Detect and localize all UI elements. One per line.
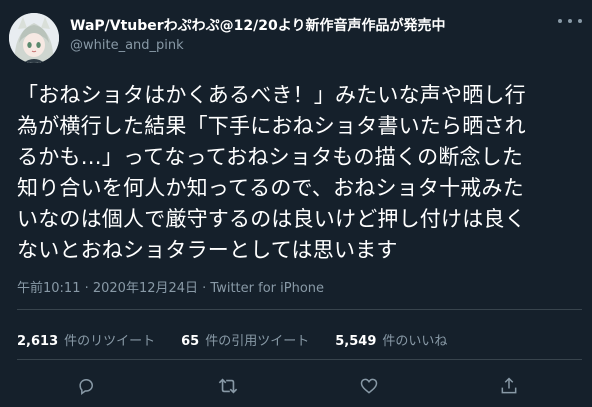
tweet-actions bbox=[0, 372, 592, 402]
likes-stat[interactable]: 5,549 件のいいね bbox=[335, 330, 447, 349]
divider bbox=[17, 359, 582, 360]
tweet-stats: 2,613 件のリツイート 65 件の引用ツイート 5,549 件のいいね bbox=[17, 330, 473, 349]
quotes-stat[interactable]: 65 件の引用ツイート bbox=[181, 330, 309, 349]
heart-icon[interactable] bbox=[355, 372, 383, 400]
more-icon[interactable] bbox=[558, 14, 582, 28]
retweets-label: 件のリツイート bbox=[64, 334, 156, 349]
tweet-timestamp[interactable]: 午前10:11 · 2020年12月24日 · Twitter for iPho… bbox=[17, 277, 324, 296]
divider bbox=[17, 309, 582, 310]
tweet-text-line: 為が横行した結果「下手におねショタ書いたら晒され bbox=[17, 114, 526, 138]
tweet-text-line: 「おねショタはかくあるべき！」みたいな声や晒し行 bbox=[17, 83, 526, 107]
reply-icon[interactable] bbox=[72, 372, 100, 400]
likes-count: 5,549 bbox=[335, 334, 377, 349]
quotes-count: 65 bbox=[181, 334, 200, 349]
tweet-text: 「おねショタはかくあるべき！」みたいな声や晒し行 為が横行した結果「下手におねシ… bbox=[17, 80, 582, 266]
author-display-name[interactable]: WaP/Vtuberわぷわぷ@12/20より新作音声作品が発売中 bbox=[70, 15, 445, 35]
share-icon[interactable] bbox=[495, 372, 523, 400]
retweets-count: 2,613 bbox=[17, 334, 59, 349]
author-handle[interactable]: @white_and_pink bbox=[70, 38, 184, 53]
tweet-text-line: るかも…」ってなっておねショタもの描くの断念した bbox=[17, 145, 524, 169]
avatar-illustration bbox=[9, 13, 59, 63]
tweet-text-line: ないとおねショタラーとしては思います bbox=[17, 238, 398, 262]
likes-label: 件のいいね bbox=[382, 334, 448, 349]
tweet-text-line: 知り合いを何人か知ってるので、おねショタ十戒みた bbox=[17, 176, 524, 200]
avatar[interactable] bbox=[9, 13, 59, 63]
tweet-text-line: いなのは個人で厳守するのは良いけど押し付けは良く bbox=[17, 207, 526, 231]
retweet-icon[interactable] bbox=[214, 372, 242, 400]
retweets-stat[interactable]: 2,613 件のリツイート bbox=[17, 330, 155, 349]
quotes-label: 件の引用ツイート bbox=[205, 334, 310, 349]
